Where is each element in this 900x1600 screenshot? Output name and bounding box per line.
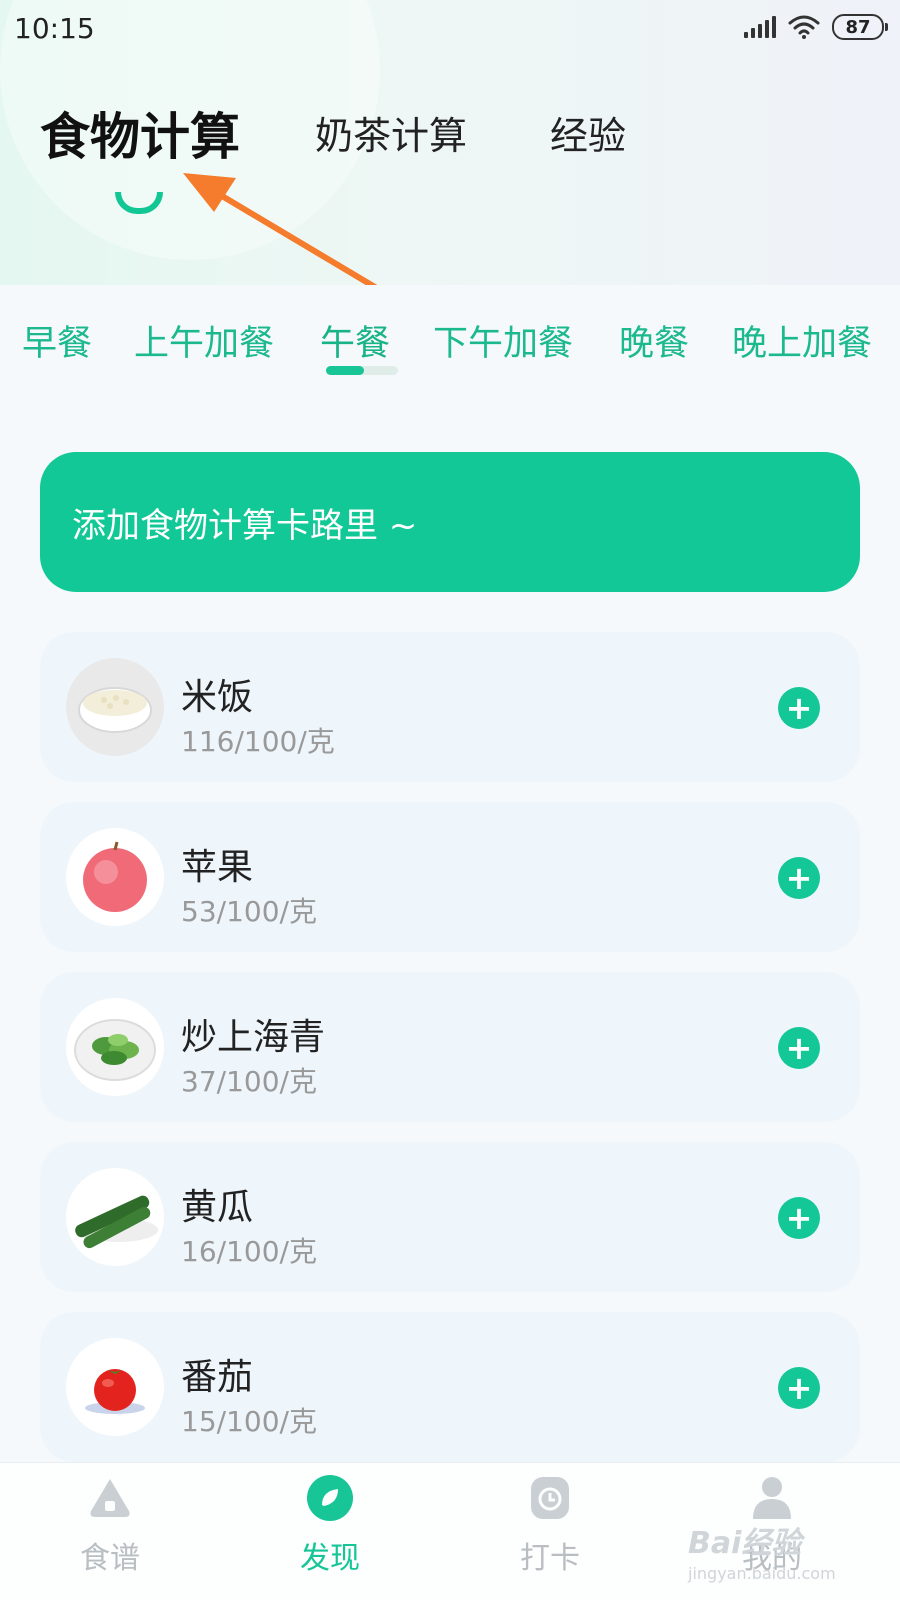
rice-bowl-icon bbox=[66, 658, 164, 756]
meal-tab-morning-snack[interactable]: 上午加餐 bbox=[134, 315, 274, 366]
profile-icon bbox=[753, 1477, 791, 1519]
main-tabs: 食物计算 奶茶计算 经验 bbox=[0, 105, 900, 185]
status-time: 10:15 bbox=[14, 12, 95, 45]
watermark-brand: Bai经验 bbox=[688, 1526, 802, 1561]
nav-label: 发现 bbox=[300, 1541, 360, 1576]
food-item-cucumber[interactable]: 黄瓜 16/100/克 + bbox=[40, 1142, 860, 1292]
food-calories: 116/100/克 bbox=[181, 725, 335, 758]
signal-icon bbox=[744, 16, 776, 38]
watermark-url: jingyan.baidu.com bbox=[688, 1564, 836, 1583]
food-list: 米饭 116/100/克 + 苹果 53/100/克 + 炒上海青 37/100… bbox=[40, 632, 860, 1482]
tab-food-calc[interactable]: 食物计算 bbox=[40, 97, 240, 169]
clock-icon bbox=[531, 1477, 569, 1519]
meal-tab-breakfast[interactable]: 早餐 bbox=[22, 315, 92, 366]
food-name: 米饭 bbox=[181, 677, 254, 718]
recipe-icon bbox=[90, 1479, 130, 1517]
food-item-apple[interactable]: 苹果 53/100/克 + bbox=[40, 802, 860, 952]
food-name: 黄瓜 bbox=[181, 1187, 254, 1228]
meal-tab-afternoon-snack[interactable]: 下午加餐 bbox=[433, 315, 573, 366]
plus-icon: + bbox=[785, 1369, 813, 1407]
nav-checkin[interactable]: 打卡 bbox=[490, 1473, 610, 1577]
food-name: 番茄 bbox=[181, 1357, 254, 1398]
nav-discover[interactable]: 发现 bbox=[270, 1473, 390, 1577]
food-item-rice[interactable]: 米饭 116/100/克 + bbox=[40, 632, 860, 782]
plus-icon: + bbox=[785, 1029, 813, 1067]
add-food-button[interactable]: + bbox=[778, 687, 820, 729]
add-food-label: 添加食物计算卡路里 ~ bbox=[72, 505, 418, 546]
meal-tabs: 早餐 上午加餐 午餐 下午加餐 晚餐 晚上加餐 bbox=[0, 285, 900, 395]
meal-tab-dinner[interactable]: 晚餐 bbox=[619, 315, 689, 366]
food-calories: 53/100/克 bbox=[181, 895, 317, 928]
plus-icon: + bbox=[785, 1199, 813, 1237]
tomato-icon bbox=[66, 1338, 164, 1436]
food-name: 炒上海青 bbox=[181, 1017, 326, 1058]
food-calories: 37/100/克 bbox=[181, 1065, 317, 1098]
food-calories: 15/100/克 bbox=[181, 1405, 317, 1438]
meal-tab-indicator bbox=[326, 366, 398, 375]
add-food-banner[interactable]: 添加食物计算卡路里 ~ bbox=[40, 452, 860, 592]
watermark: Bai经验 jingyan.baidu.com bbox=[688, 1518, 836, 1583]
add-food-button[interactable]: + bbox=[778, 1367, 820, 1409]
wifi-icon bbox=[788, 15, 820, 39]
nav-label: 打卡 bbox=[520, 1541, 580, 1576]
apple-icon bbox=[66, 828, 164, 926]
plus-icon: + bbox=[785, 859, 813, 897]
tab-experience[interactable]: 经验 bbox=[550, 105, 626, 160]
food-item-stir-fried-greens[interactable]: 炒上海青 37/100/克 + bbox=[40, 972, 860, 1122]
nav-label: 食谱 bbox=[80, 1541, 140, 1576]
plus-icon: + bbox=[785, 689, 813, 727]
battery-level: 87 bbox=[845, 16, 871, 38]
food-name: 苹果 bbox=[181, 847, 254, 888]
battery-icon: 87 bbox=[832, 14, 888, 40]
meal-tab-lunch[interactable]: 午餐 bbox=[320, 315, 390, 366]
add-food-button[interactable]: + bbox=[778, 1197, 820, 1239]
cucumber-icon bbox=[66, 1168, 164, 1266]
add-food-button[interactable]: + bbox=[778, 1027, 820, 1069]
discover-icon bbox=[307, 1475, 353, 1521]
food-item-tomato[interactable]: 番茄 15/100/克 + bbox=[40, 1312, 860, 1462]
nav-recipe[interactable]: 食谱 bbox=[50, 1473, 170, 1577]
tab-milk-tea-calc[interactable]: 奶茶计算 bbox=[315, 105, 467, 160]
add-food-button[interactable]: + bbox=[778, 857, 820, 899]
meal-tab-night-snack[interactable]: 晚上加餐 bbox=[732, 315, 872, 366]
greens-plate-icon bbox=[66, 998, 164, 1096]
food-calories: 16/100/克 bbox=[181, 1235, 317, 1268]
